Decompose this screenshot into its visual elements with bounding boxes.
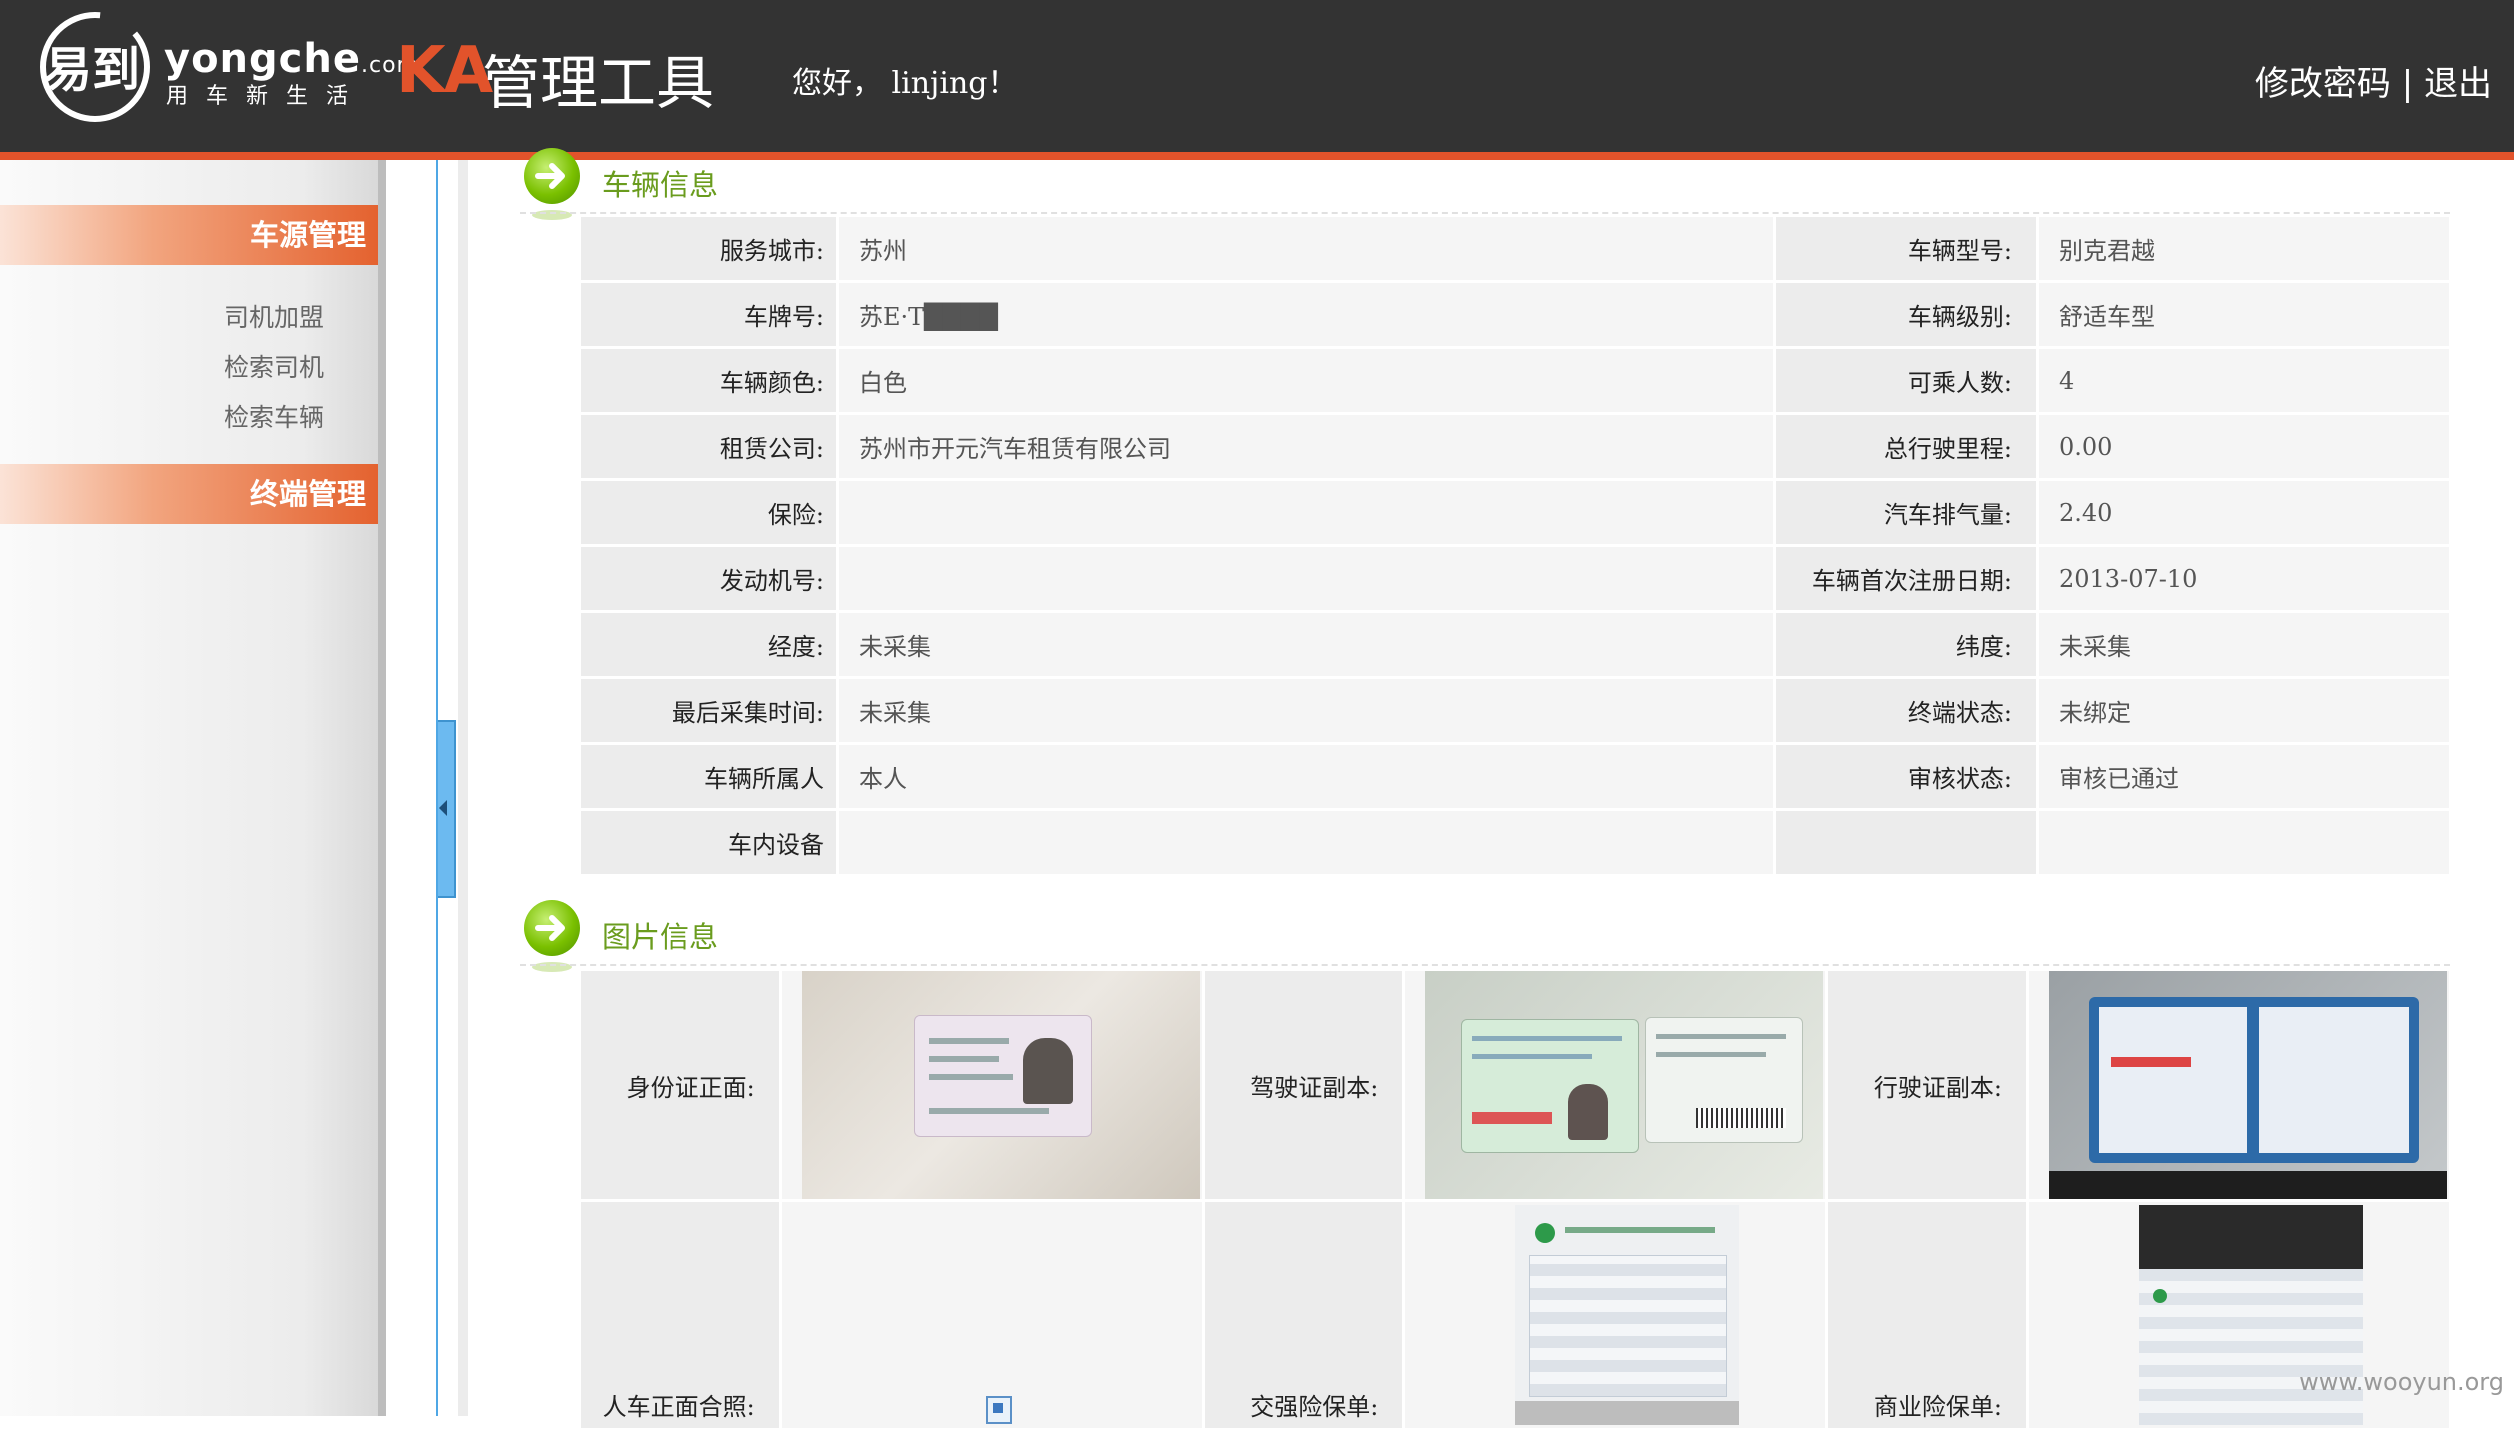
photo-label: 人车正面合照: bbox=[581, 1202, 779, 1428]
photo-info-title: 图片信息 bbox=[602, 920, 719, 954]
photo-label: 驾驶证副本: bbox=[1204, 971, 1403, 1199]
compulsory-insurance-photo[interactable] bbox=[1515, 1205, 1740, 1425]
driver-license-photo[interactable] bbox=[1425, 971, 1824, 1199]
field-value: 舒适车型 bbox=[2039, 283, 2449, 346]
field-value: 苏州 bbox=[839, 217, 1773, 280]
photo-label: 交强险保单: bbox=[1204, 1202, 1403, 1428]
svg-text:易到: 易到 bbox=[44, 42, 140, 98]
info-row: 最后采集时间: 未采集 终端状态: 未绑定 bbox=[581, 679, 2449, 742]
content-gutter bbox=[458, 160, 468, 1416]
field-value: 别克君越 bbox=[2039, 217, 2449, 280]
field-value: 未绑定 bbox=[2039, 679, 2449, 742]
sidebar-item-driver-join[interactable]: 司机加盟 bbox=[224, 298, 324, 334]
vehicle-info-table: 服务城市: 苏州 车辆型号: 别克君越 车牌号: 苏E·T████ 车辆级别: 舒适车型 车辆颜… bbox=[578, 214, 2452, 877]
field-value: 未采集 bbox=[839, 679, 1773, 742]
change-password-link[interactable]: 修改密码 bbox=[2255, 64, 2391, 104]
field-value: 未采集 bbox=[839, 613, 1773, 676]
field-label: 车辆颜色: bbox=[581, 349, 836, 412]
logout-link[interactable]: 退出 bbox=[2424, 64, 2492, 104]
field-label: 审核状态: bbox=[1776, 745, 2036, 808]
arrow-right-circle-icon bbox=[524, 900, 580, 972]
sidebar: 车源管理 司机加盟 检索司机 检索车辆 终端管理 bbox=[0, 160, 386, 1416]
field-label: 车辆首次注册日期: bbox=[1776, 547, 2036, 610]
top-links: 修改密码 | 退出 bbox=[2255, 56, 2492, 105]
info-row: 车牌号: 苏E·T████ 车辆级别: 舒适车型 bbox=[581, 283, 2449, 346]
info-row: 车辆所属人 本人 审核状态: 审核已通过 bbox=[581, 745, 2449, 808]
tool-name: 管理工具 bbox=[482, 49, 715, 117]
field-label: 保险: bbox=[581, 481, 836, 544]
field-label: 车辆型号: bbox=[1776, 217, 2036, 280]
field-label: 可乘人数: bbox=[1776, 349, 2036, 412]
photo-label: 身份证正面: bbox=[581, 971, 779, 1199]
link-separator: | bbox=[2390, 64, 2424, 104]
sidebar-item-search-driver[interactable]: 检索司机 bbox=[224, 348, 324, 384]
field-value bbox=[839, 547, 1773, 610]
field-label: 总行驶里程: bbox=[1776, 415, 2036, 478]
section-divider bbox=[520, 964, 2450, 966]
field-value: 审核已通过 bbox=[2039, 745, 2449, 808]
info-row: 发动机号: 车辆首次注册日期: 2013-07-10 bbox=[581, 547, 2449, 610]
field-value: 未采集 bbox=[2039, 613, 2449, 676]
field-label: 服务城市: bbox=[581, 217, 836, 280]
field-label: 租赁公司: bbox=[581, 415, 836, 478]
watermark: www.wooyun.org bbox=[2299, 1368, 2504, 1396]
field-value: 0.00 bbox=[2039, 415, 2449, 478]
info-row: 车内设备 bbox=[581, 811, 2449, 874]
field-label: 车辆级别: bbox=[1776, 283, 2036, 346]
photo-label: 行驶证副本: bbox=[1828, 971, 2026, 1199]
ka-label: KA bbox=[396, 34, 493, 108]
field-value: 白色 bbox=[839, 349, 1773, 412]
field-value: 2013-07-10 bbox=[2039, 547, 2449, 610]
arrow-left-icon bbox=[439, 800, 447, 816]
logo-mark-icon: 易到 bbox=[40, 12, 150, 122]
field-label: 发动机号: bbox=[581, 547, 836, 610]
field-value: 4 bbox=[2039, 349, 2449, 412]
field-value: 2.40 bbox=[2039, 481, 2449, 544]
field-value: 苏E·T████ bbox=[839, 283, 1773, 346]
field-label: 纬度: bbox=[1776, 613, 2036, 676]
field-label: 最后采集时间: bbox=[581, 679, 836, 742]
field-value: 本人 bbox=[839, 745, 1773, 808]
logo-slogan: 用车新生活 bbox=[166, 84, 367, 109]
id-card-photo[interactable] bbox=[801, 971, 1200, 1199]
info-row: 经度: 未采集 纬度: 未采集 bbox=[581, 613, 2449, 676]
field-label: 车辆所属人 bbox=[581, 745, 836, 808]
vehicle-license-photo[interactable] bbox=[2048, 971, 2447, 1199]
broken-image-icon[interactable] bbox=[985, 1396, 1012, 1424]
field-value bbox=[839, 811, 1773, 874]
field-label bbox=[1776, 811, 2036, 874]
info-row: 租赁公司: 苏州市开元汽车租赁有限公司 总行驶里程: 0.00 bbox=[581, 415, 2449, 478]
field-label: 经度: bbox=[581, 613, 836, 676]
logo-site-text: yongche.com bbox=[164, 36, 419, 82]
field-value bbox=[839, 481, 1773, 544]
photo-table: 身份证正面: 驾驶证副本: 行驶证副本: 人车正面合照: 交强险保单: 商业险保… bbox=[578, 968, 2452, 1431]
sidebar-item-search-vehicle[interactable]: 检索车辆 bbox=[224, 398, 324, 434]
user-greeting: 您好， linjing！ bbox=[792, 66, 1018, 101]
field-label: 汽车排气量: bbox=[1776, 481, 2036, 544]
field-value bbox=[2039, 811, 2449, 874]
info-row: 保险: 汽车排气量: 2.40 bbox=[581, 481, 2449, 544]
field-label: 终端状态: bbox=[1776, 679, 2036, 742]
info-row: 服务城市: 苏州 车辆型号: 别克君越 bbox=[581, 217, 2449, 280]
yongche-logo[interactable]: 易到 yongche.com 用车新生活 bbox=[36, 8, 418, 132]
field-label: 车牌号: bbox=[581, 283, 836, 346]
sidebar-section-vehicle-source[interactable]: 车源管理 bbox=[0, 205, 378, 265]
vehicle-info-title: 车辆信息 bbox=[602, 168, 719, 202]
field-label: 车内设备 bbox=[581, 811, 836, 874]
top-header: 易到 yongche.com 用车新生活 KA 管理工具 您好， linjing… bbox=[0, 0, 2514, 160]
collapse-sidebar-toggle[interactable] bbox=[438, 720, 456, 898]
sidebar-section-terminal[interactable]: 终端管理 bbox=[0, 464, 378, 524]
field-value: 苏州市开元汽车租赁有限公司 bbox=[839, 415, 1773, 478]
arrow-right-circle-icon bbox=[524, 148, 580, 220]
info-row: 车辆颜色: 白色 可乘人数: 4 bbox=[581, 349, 2449, 412]
photo-label: 商业险保单: bbox=[1828, 1202, 2026, 1428]
